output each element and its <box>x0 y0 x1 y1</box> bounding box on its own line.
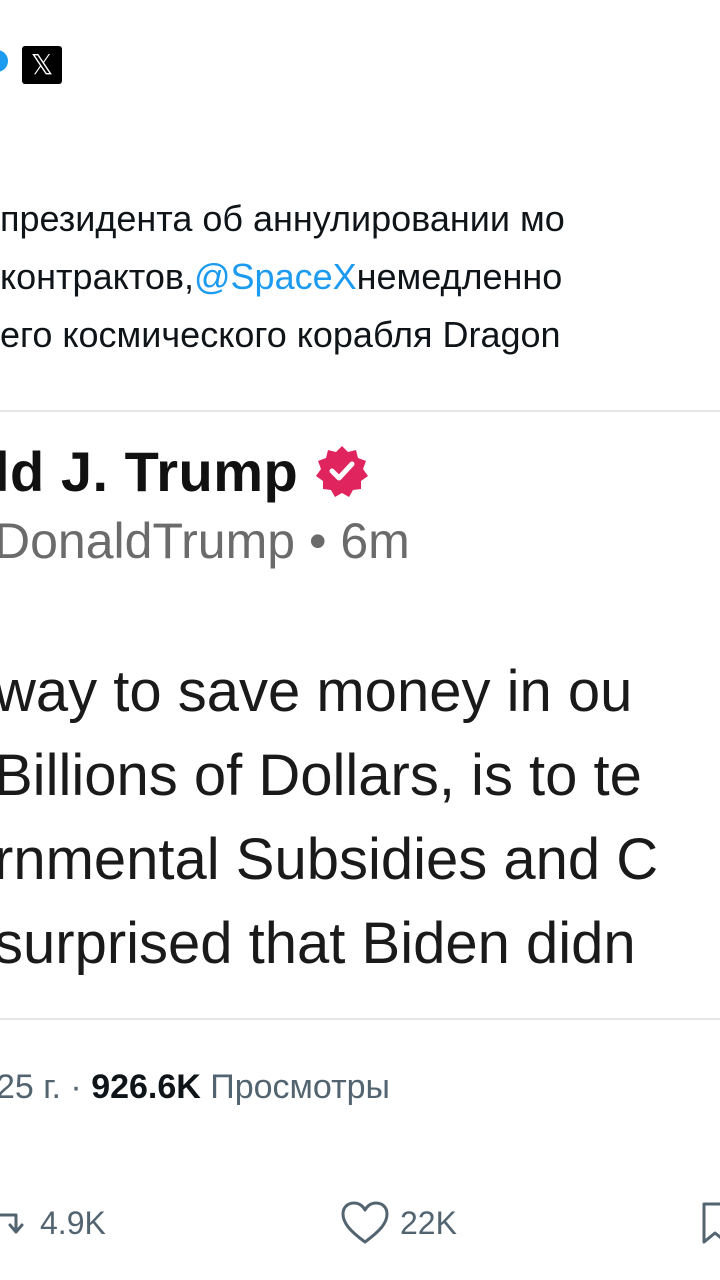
tweet-meta: 25 г. · 926.6K Просмотры <box>0 1068 390 1107</box>
like-button[interactable]: 22K <box>340 1198 457 1248</box>
quote-line-2: Billions of Dollars, is to te <box>0 743 642 808</box>
like-count: 22K <box>400 1204 457 1241</box>
verified-icon <box>0 50 8 72</box>
verified-badge-icon <box>316 446 369 497</box>
tweet-date: 25 г. · <box>0 1068 92 1106</box>
mention-link-spacex[interactable]: @SpaceX <box>194 256 357 297</box>
quote-body: way to save money in ou Billions of Doll… <box>0 650 720 986</box>
bookmark-icon <box>702 1202 720 1244</box>
screenshot-page: 𝕏 президента об аннулировании мо контрак… <box>0 0 720 1280</box>
x-logo-icon[interactable]: 𝕏 <box>22 46 62 84</box>
bookmark-button[interactable] <box>700 1198 720 1248</box>
tweet-text: президента об аннулировании мо контракто… <box>0 190 720 364</box>
quote-divider-bottom <box>0 1018 720 1020</box>
quote-line-1: way to save money in ou <box>0 659 633 724</box>
tweet-line-2: контрактов,@SpaceXнемедленно <box>0 248 720 306</box>
tweet-line-2-text: контрактов, <box>0 256 194 297</box>
quote-author-row[interactable]: ld J. Trump <box>0 436 370 506</box>
quote-divider-top <box>0 410 720 412</box>
quote-author-name[interactable]: ld J. Trump <box>0 439 298 504</box>
tweet-line-3: его космического корабля Dragon <box>0 314 561 355</box>
quote-author-handle[interactable]: DonaldTrump • 6m <box>0 512 410 570</box>
heart-icon <box>341 1201 389 1244</box>
tweet-line-1: президента об аннулировании мо <box>0 198 565 239</box>
tweet-line-2-tail: немедленно <box>356 256 563 297</box>
views-count[interactable]: 926.6K <box>91 1068 201 1106</box>
quote-line-3: rnmental Subsidies and C <box>0 827 659 892</box>
quote-line-4: surprised that Biden didn <box>0 911 636 976</box>
views-label: Просмотры <box>200 1068 390 1106</box>
retweet-count: 4.9K <box>40 1204 106 1241</box>
retweet-icon <box>0 1213 24 1234</box>
retweet-button[interactable]: 4.9K <box>0 1198 106 1248</box>
